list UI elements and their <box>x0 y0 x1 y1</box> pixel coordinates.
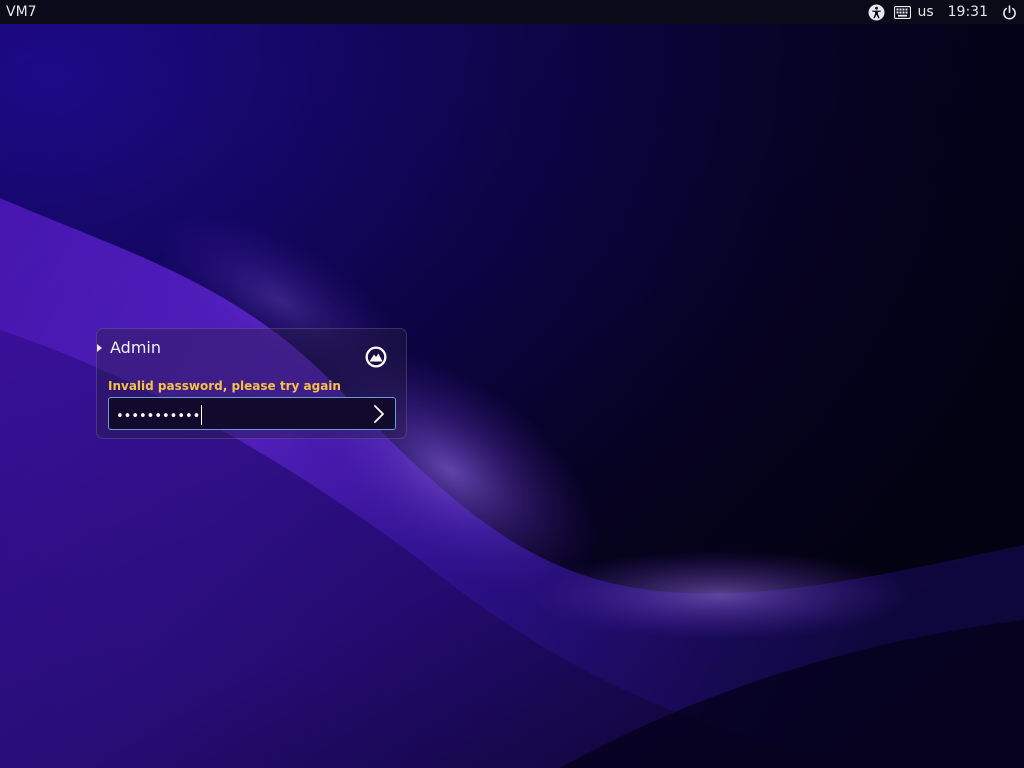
error-message: Invalid password, please try again <box>108 379 341 393</box>
login-submit-button[interactable] <box>369 403 389 425</box>
password-field[interactable]: ••••••••••• <box>108 397 396 430</box>
ubuntu-session-icon[interactable] <box>365 346 387 368</box>
user-selected-arrow-icon <box>97 344 102 352</box>
password-value[interactable]: ••••••••••• <box>116 405 203 426</box>
keyboard-layout-label[interactable]: us <box>917 3 933 21</box>
keyboard-icon[interactable] <box>893 3 911 21</box>
power-icon[interactable] <box>1000 3 1018 21</box>
login-box: Admin Invalid password, please try again… <box>96 328 407 439</box>
hostname-label: VM7 <box>6 4 37 20</box>
chevron-right-icon <box>374 405 384 423</box>
user-name[interactable]: Admin <box>110 338 161 358</box>
top-panel: VM7 us 19:31 <box>0 0 1024 24</box>
accessibility-icon[interactable] <box>867 3 885 21</box>
text-caret <box>201 405 203 425</box>
clock[interactable]: 19:31 <box>948 3 988 21</box>
login-screen: VM7 us 19:31 Admin Invalid password, ple… <box>0 0 1024 768</box>
panel-indicators: us 19:31 <box>867 0 1018 24</box>
